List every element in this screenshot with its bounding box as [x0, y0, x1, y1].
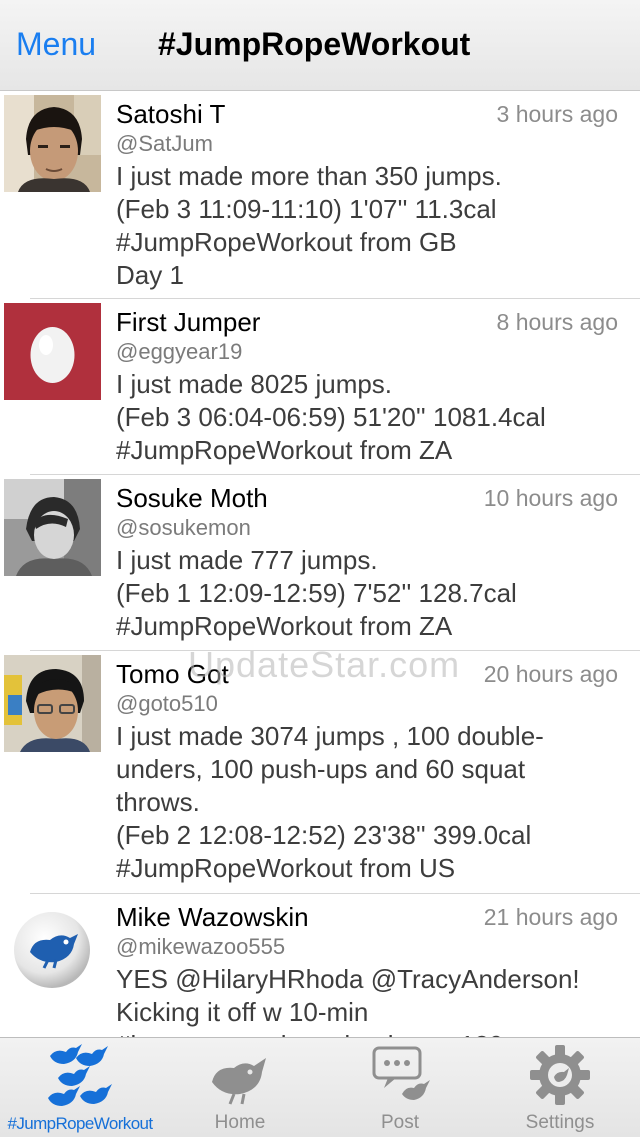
tweet-feed[interactable]: Satoshi T 3 hours ago @SatJum I just mad…	[0, 91, 640, 1037]
page-title: #JumpRopeWorkout	[158, 26, 471, 62]
tab-label: Settings	[525, 1112, 595, 1133]
tweet-text: I just made 777 jumps. (Feb 1 12:09-12:5…	[116, 545, 517, 641]
tweet-timestamp: 20 hours ago	[483, 661, 618, 687]
tweet-author-handle: @eggyear19	[116, 339, 243, 364]
menu-button[interactable]: Menu	[16, 26, 96, 63]
tweet-item[interactable]: Mike Wazowskin 21 hours ago @mikewazoo55…	[0, 894, 640, 1037]
tab-settings[interactable]: Settings	[480, 1038, 640, 1137]
post-bubble-icon	[372, 1046, 430, 1100]
tab-home[interactable]: Home	[160, 1038, 320, 1137]
birds-icon	[48, 1044, 112, 1106]
tweet-author-name: Mike Wazowskin	[116, 902, 309, 932]
tweet-author-handle: @SatJum	[116, 131, 213, 156]
tweet-author-name: First Jumper	[116, 307, 261, 337]
tweet-text: I just made 8025 jumps. (Feb 3 06:04-06:…	[116, 369, 546, 465]
tweet-author-name: Satoshi T	[116, 99, 226, 129]
tab-label: Post	[380, 1112, 420, 1133]
tab-label: #JumpRopeWorkout	[7, 1114, 153, 1133]
tweet-timestamp: 10 hours ago	[483, 485, 618, 511]
tweet-text: I just made more than 350 jumps. (Feb 3 …	[116, 161, 502, 290]
tweet-timestamp: 8 hours ago	[496, 309, 618, 335]
home-bird-icon	[212, 1058, 266, 1105]
avatar-sosuke[interactable]	[4, 479, 101, 576]
avatar-satoshi[interactable]	[4, 95, 101, 192]
tweet-item[interactable]: Satoshi T 3 hours ago @SatJum I just mad…	[0, 91, 640, 299]
tweet-timestamp: 3 hours ago	[496, 101, 618, 127]
tweet-author-handle: @mikewazoo555	[116, 934, 286, 959]
tweet-text: I just made 3074 jumps , 100 double- und…	[116, 721, 544, 883]
tab-jumpropeworkout[interactable]: #JumpRopeWorkout	[0, 1038, 160, 1137]
tweet-item[interactable]: Tomo Got 20 hours ago @goto510 I just ma…	[0, 651, 640, 894]
avatar-tomo[interactable]	[4, 655, 101, 752]
tweet-author-handle: @sosukemon	[116, 515, 251, 540]
tweet-item[interactable]: First Jumper 8 hours ago @eggyear19 I ju…	[0, 299, 640, 475]
tab-post[interactable]: Post	[320, 1038, 480, 1137]
avatar-egg[interactable]	[4, 303, 101, 400]
tweet-author-handle: @goto510	[116, 691, 218, 716]
tweet-timestamp: 21 hours ago	[483, 904, 618, 930]
avatar-bird[interactable]	[4, 898, 101, 995]
tweet-item[interactable]: Sosuke Moth 10 hours ago @sosukemon I ju…	[0, 475, 640, 651]
tab-bar: #JumpRopeWorkout Home Post Settings	[0, 1037, 640, 1137]
navigation-bar: Menu #JumpRopeWorkout	[0, 0, 640, 91]
tab-label: Home	[214, 1112, 266, 1133]
tweet-author-name: Sosuke Moth	[116, 483, 268, 513]
tweet-text: YES @HilaryHRhoda @TracyAnderson! Kickin…	[116, 964, 580, 1037]
watermark: UpdateStar.com	[188, 644, 461, 685]
gear-icon	[530, 1045, 590, 1105]
